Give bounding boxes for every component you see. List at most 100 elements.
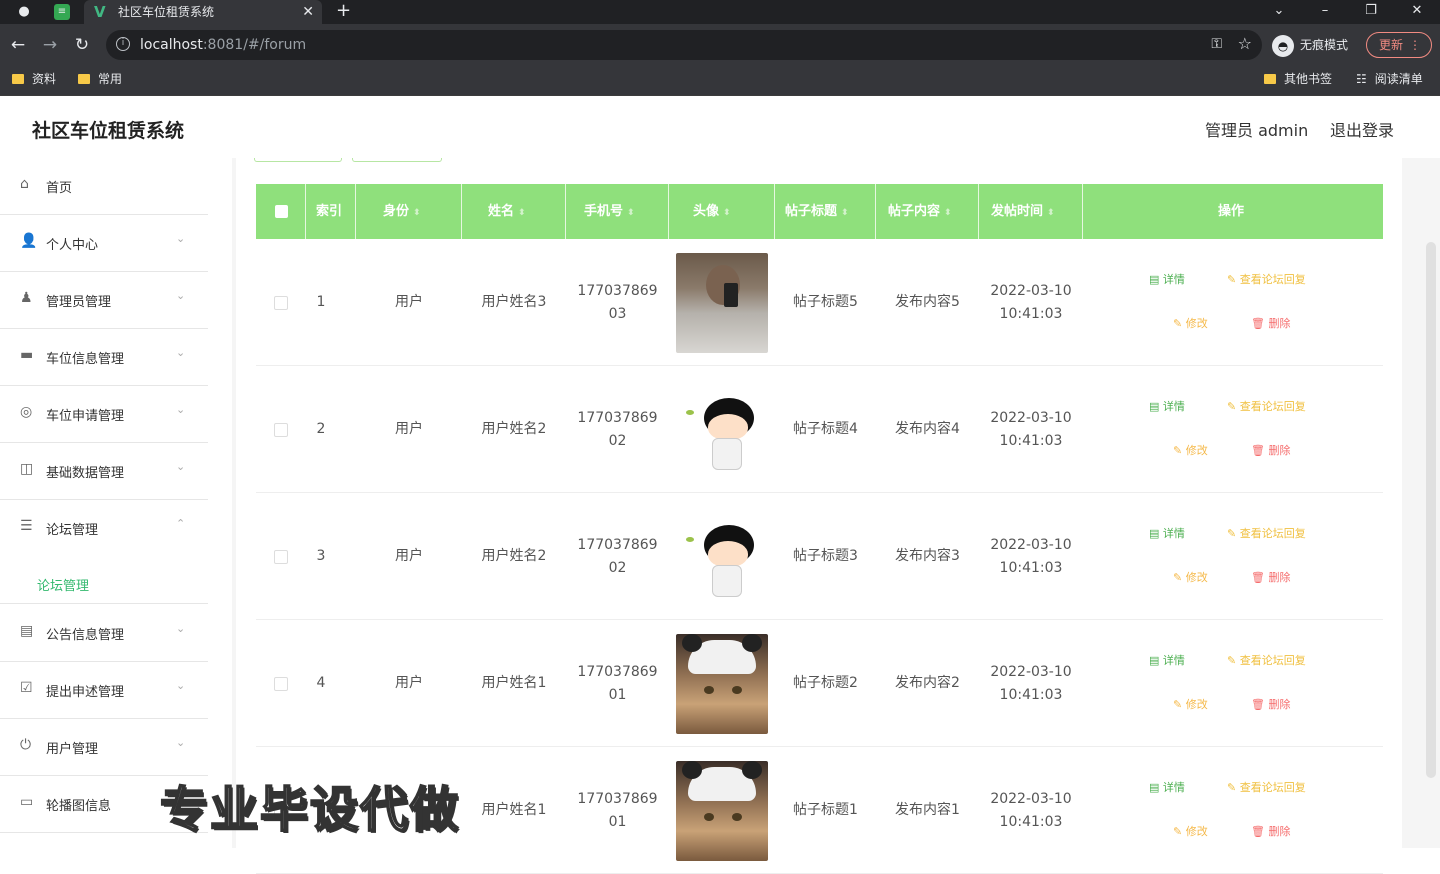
column-header: 操作 (1218, 204, 1245, 219)
edit-button[interactable]: ✎ 修改 (1173, 444, 1208, 458)
detail-button[interactable]: ▤ 详情 (1149, 654, 1185, 668)
row-name: 用户姓名3 (481, 294, 547, 310)
row-avatar-cell (669, 239, 775, 366)
view-replies-button[interactable]: ✎ 查看论坛回复 (1227, 781, 1306, 795)
restore-icon[interactable]: ❐ (1356, 0, 1386, 24)
view-replies-button[interactable]: ✎ 查看论坛回复 (1227, 400, 1306, 414)
reading-list[interactable]: ☷ 阅读清单 (1356, 66, 1423, 92)
delete-button[interactable]: 🗑 删除 (1251, 571, 1290, 585)
password-key-icon[interactable]: ⚿ (1211, 36, 1222, 52)
sidebar-item-complaint[interactable]: ☑ 提出申述管理 ⌄ (0, 662, 208, 719)
sidebar-item-admin[interactable]: ♟ 管理员管理 ⌄ (0, 272, 208, 329)
sidebar-item-notice[interactable]: ▤ 公告信息管理 ⌄ (0, 605, 208, 662)
back-icon[interactable]: ← (6, 33, 30, 57)
delete-button[interactable]: 🗑 删除 (1251, 825, 1290, 839)
column-header[interactable]: 姓名 ⬍ (462, 184, 566, 239)
sidebar-item-basic-data[interactable]: ◫ 基础数据管理 ⌄ (0, 443, 208, 500)
sidebar-item-forum[interactable]: ☰ 论坛管理 ⌃ (0, 500, 208, 557)
row-index: 3 (316, 548, 326, 564)
row-checkbox[interactable] (256, 620, 306, 747)
avatar (676, 252, 768, 353)
row-role: 用户 (395, 421, 423, 437)
column-header[interactable]: 发帖时间 ⬍ (979, 184, 1083, 239)
column-header[interactable]: 帖子标题 ⬍ (775, 184, 876, 239)
browser-menu-icon[interactable]: ● (14, 2, 34, 22)
browser-tab[interactable]: V 社区车位租赁系统 ✕ (84, 0, 322, 24)
delete-button[interactable]: 🗑 删除 (1251, 317, 1290, 331)
sidebar: ⌂ 首页 👤 个人中心 ⌄ ♟ 管理员管理 ⌄ ▬ 车位信息管理 ⌄ ◎ 车位申… (0, 158, 208, 848)
minimize-icon[interactable]: – (1310, 0, 1340, 24)
forum-icon: ☰ (20, 518, 33, 534)
column-header[interactable]: 索引 (306, 184, 356, 239)
row-actions: ▤ 详情 ✎ 查看论坛回复 ✎ 修改 🗑 删除 (1083, 747, 1383, 874)
chevron-down-icon: ⌄ (176, 736, 186, 749)
row-checkbox[interactable] (256, 366, 306, 493)
other-bookmarks[interactable]: 其他书签 (1264, 66, 1332, 92)
scrollbar[interactable] (1426, 242, 1436, 778)
delete-button[interactable]: 🗑 删除 (1251, 444, 1290, 458)
sidebar-item-home[interactable]: ⌂ 首页 (0, 158, 208, 215)
detail-button[interactable]: ▤ 详情 (1149, 527, 1185, 541)
sidebar-subitem-forum[interactable]: 论坛管理 (0, 562, 208, 604)
sidebar-item-parking[interactable]: ▬ 车位信息管理 ⌄ (0, 329, 208, 386)
tab-search-icon[interactable]: ⌄ (1264, 0, 1294, 24)
edit-icon: ✎ (1173, 444, 1183, 457)
row-checkbox[interactable] (256, 493, 306, 620)
edit-button[interactable]: ✎ 修改 (1173, 571, 1208, 585)
toolbar-button-stub[interactable] (254, 158, 342, 162)
detail-button[interactable]: ▤ 详情 (1149, 400, 1185, 414)
row-actions: ▤ 详情 ✎ 查看论坛回复 ✎ 修改 🗑 删除 (1083, 620, 1383, 747)
edit-button[interactable]: ✎ 修改 (1173, 825, 1208, 839)
row-index: 2 (316, 421, 326, 437)
row-avatar-cell (669, 493, 775, 620)
view-replies-button[interactable]: ✎ 查看论坛回复 (1227, 273, 1306, 287)
toolbar-button-stub[interactable] (352, 158, 442, 162)
folder-icon (78, 74, 90, 84)
column-header[interactable]: 头像 ⬍ (669, 184, 775, 239)
view-replies-button[interactable]: ✎ 查看论坛回复 (1227, 527, 1306, 541)
column-header[interactable]: 手机号 ⬍ (566, 184, 669, 239)
new-tab-icon[interactable]: + (336, 0, 351, 22)
chevron-up-icon: ⌃ (176, 517, 186, 530)
row-checkbox[interactable] (256, 239, 306, 366)
chevron-down-icon: ⌄ (176, 346, 186, 359)
chevron-down-icon: ⌄ (176, 403, 186, 416)
row-avatar-cell (669, 366, 775, 493)
document-icon: ▤ (1149, 527, 1160, 540)
delete-button[interactable]: 🗑 删除 (1251, 698, 1290, 712)
sidebar-item-users[interactable]: ⏻ 用户管理 ⌄ (0, 719, 208, 776)
view-replies-button[interactable]: ✎ 查看论坛回复 (1227, 654, 1306, 668)
edit-icon: ✎ (1173, 825, 1183, 838)
row-time: 2022-03-10 10:41:03 (990, 536, 1072, 576)
edit-button[interactable]: ✎ 修改 (1173, 698, 1208, 712)
detail-button[interactable]: ▤ 详情 (1149, 273, 1185, 287)
row-time: 2022-03-10 10:41:03 (990, 663, 1072, 703)
bookmark-folder-1[interactable]: 资料 (12, 66, 56, 92)
edit-button[interactable]: ✎ 修改 (1173, 317, 1208, 331)
row-avatar-cell (669, 747, 775, 874)
incognito-indicator[interactable]: ◓ 无痕模式 (1272, 34, 1348, 57)
site-info-icon[interactable]: i (116, 37, 130, 51)
logout-link[interactable]: 退出登录 (1330, 117, 1394, 141)
bookmark-star-icon[interactable]: ☆ (1238, 34, 1252, 53)
select-all-checkbox[interactable] (256, 184, 306, 239)
sidebar-item-application[interactable]: ◎ 车位申请管理 ⌄ (0, 386, 208, 443)
address-bar[interactable]: i localhost:8081/#/forum ⚿ ☆ (106, 30, 1262, 60)
bookmark-folder-2[interactable]: 常用 (78, 66, 122, 92)
close-tab-icon[interactable]: ✕ (302, 0, 314, 24)
close-window-icon[interactable]: ✕ (1402, 0, 1432, 24)
edit-icon: ✎ (1173, 698, 1183, 711)
forward-icon[interactable]: → (38, 33, 62, 57)
update-button[interactable]: 更新 ⋮ (1366, 32, 1432, 58)
tab-title: 社区车位租赁系统 (118, 5, 215, 19)
admin-icon: ♟ (20, 290, 33, 306)
row-name: 用户姓名2 (481, 548, 547, 564)
detail-button[interactable]: ▤ 详情 (1149, 781, 1185, 795)
column-header[interactable]: 帖子内容 ⬍ (876, 184, 979, 239)
column-header[interactable]: 身份 ⬍ (356, 184, 462, 239)
sidebar-item-personal[interactable]: 👤 个人中心 ⌄ (0, 215, 208, 272)
app-favicon-icon[interactable]: ≡ (54, 4, 70, 20)
row-role: 用户 (395, 548, 423, 564)
folder-icon (1264, 74, 1276, 84)
reload-icon[interactable]: ↻ (70, 33, 94, 57)
